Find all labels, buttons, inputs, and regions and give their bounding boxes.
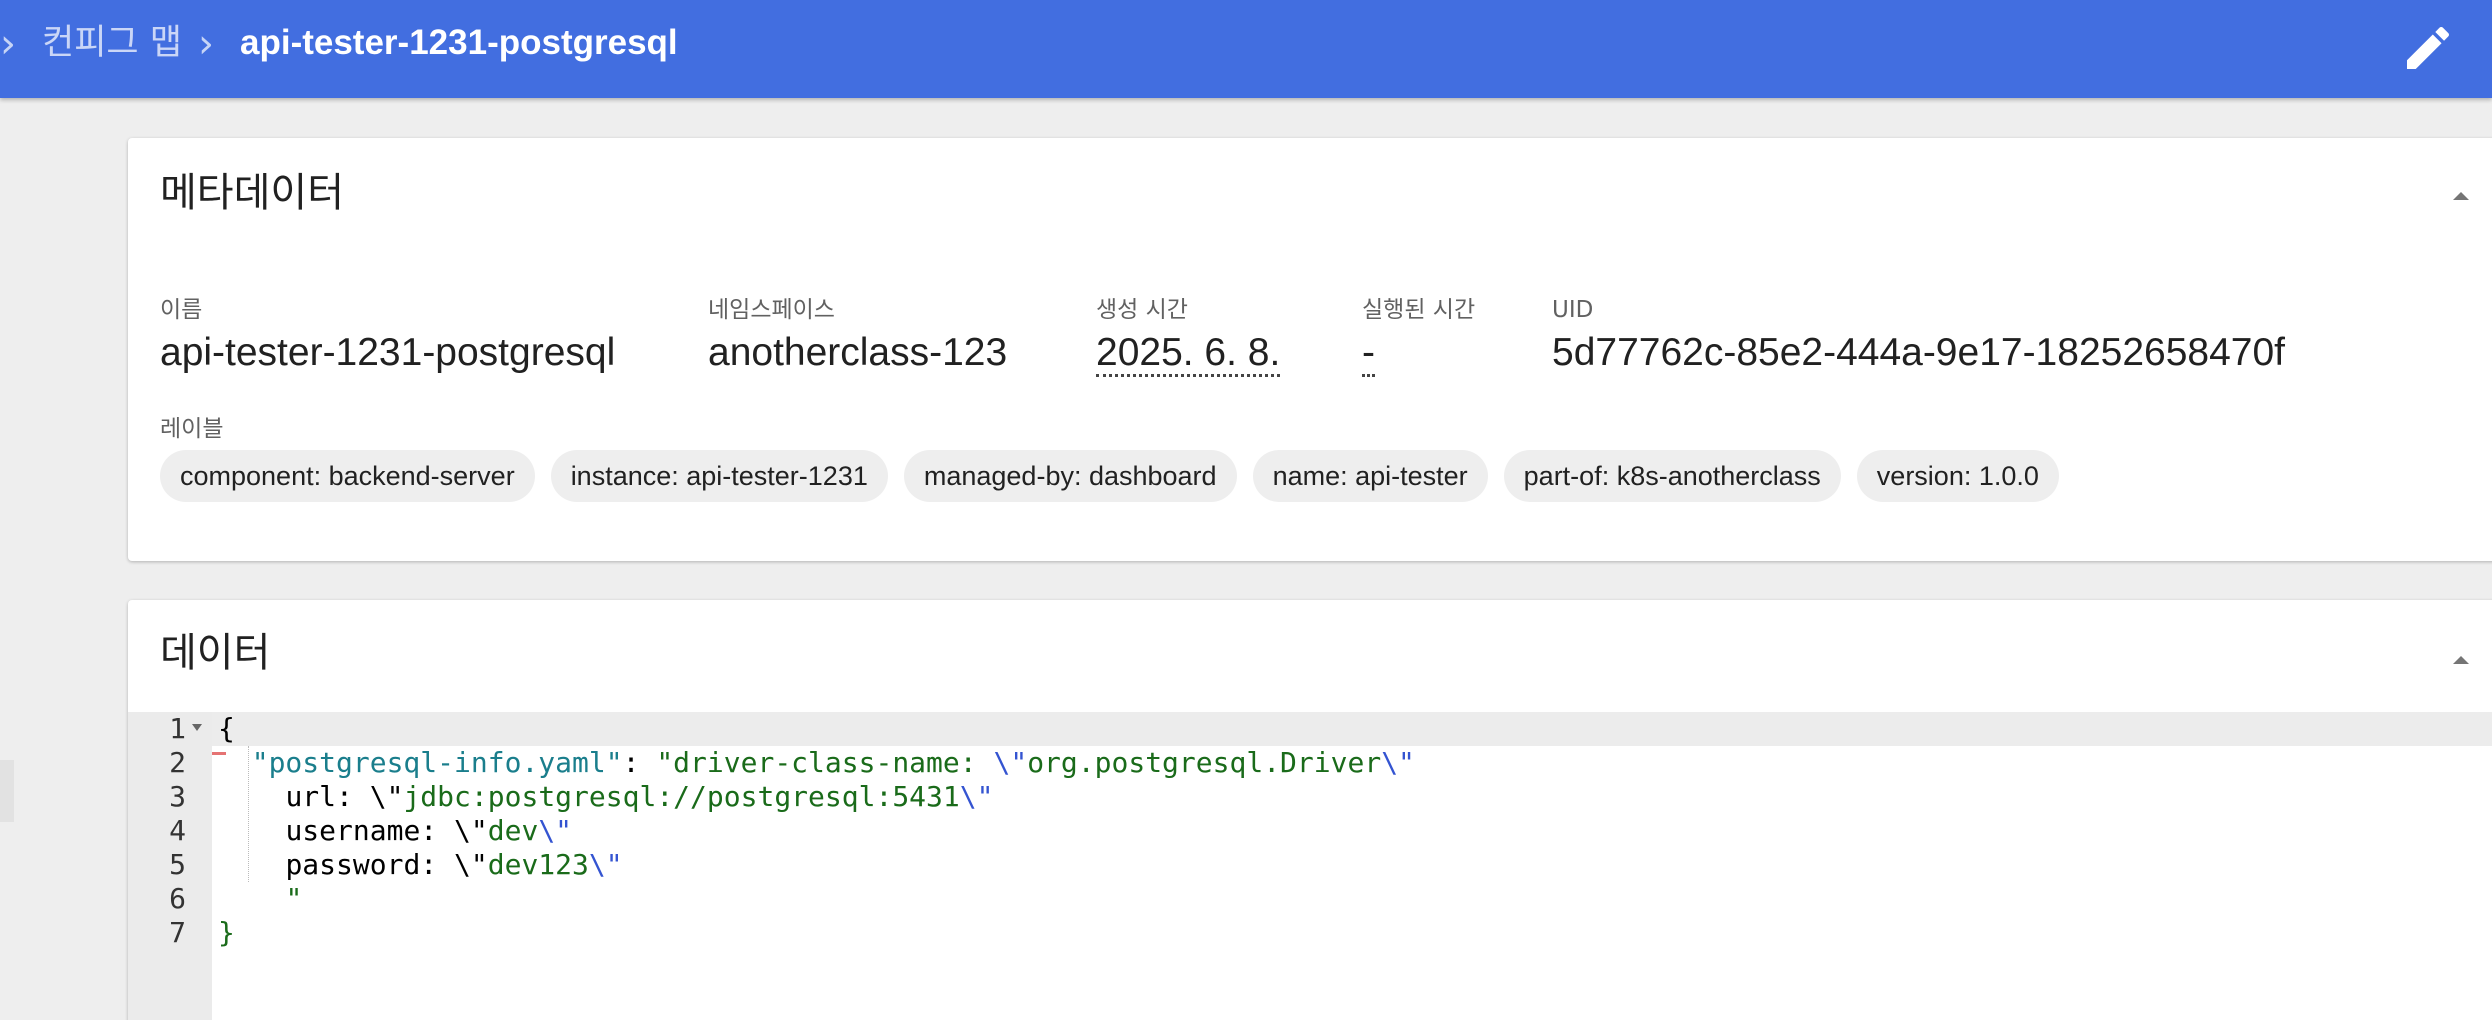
- code-text: \": [538, 814, 573, 847]
- edit-button[interactable]: [2400, 20, 2456, 76]
- code-text: \": [959, 780, 994, 813]
- code-text: username: \": [285, 814, 488, 847]
- line-number: 6: [169, 882, 186, 915]
- code-line-1: {: [218, 712, 235, 746]
- created-time-label: 생성 시간: [1096, 297, 1188, 323]
- metadata-card: 메타데이터 이름 api-tester-1231-postgresql 네임스페…: [128, 138, 2492, 561]
- code-text: dev123: [487, 848, 589, 881]
- chevron-right-icon: ›: [0, 21, 16, 67]
- code-text: url: \": [285, 780, 404, 813]
- code-text: \": [1381, 746, 1415, 779]
- active-line-highlight: [128, 712, 2492, 746]
- metadata-title: 메타데이터: [160, 170, 344, 216]
- breadcrumb-parent-configmaps[interactable]: 컨피그 맵: [42, 20, 182, 66]
- created-time-value[interactable]: 2025. 6. 8.: [1096, 331, 1281, 377]
- code-text: ": [285, 882, 303, 915]
- label-chip: instance: api-tester-1231: [550, 450, 888, 502]
- chevron-right-icon: ›: [198, 21, 214, 67]
- age-value[interactable]: -: [1362, 331, 1375, 377]
- labels-title: 레이블: [160, 416, 224, 442]
- line-number: 4: [169, 814, 186, 847]
- line-number: 1: [169, 712, 186, 745]
- fold-toggle-icon[interactable]: [192, 724, 202, 731]
- label-chip: name: api-tester: [1252, 450, 1488, 502]
- labels-chip-list: component: backend-server instance: api-…: [160, 450, 2059, 502]
- code-line-7: }: [218, 916, 235, 950]
- edit-pencil-icon: [2407, 26, 2450, 69]
- code-text: dev: [487, 814, 539, 847]
- code-line-3: url: \"jdbc:postgresql://postgresql:5431…: [218, 780, 993, 814]
- label-chip: managed-by: dashboard: [903, 450, 1237, 502]
- code-text: {: [218, 712, 235, 745]
- code-text: password: \": [285, 848, 488, 881]
- code-text: "driver-class-name:: [656, 746, 994, 779]
- uid-value: 5d77762c-85e2-444a-9e17-18252658470f: [1552, 331, 2285, 374]
- code-editor[interactable]: 1 2 3 4 5 6 7 { "postgresql-info.yaml": …: [128, 712, 2492, 1020]
- data-collapse-button[interactable]: [2446, 650, 2476, 670]
- namespace-value: anotherclass-123: [708, 331, 1008, 374]
- code-text: jdbc:postgresql://postgresql:5431: [403, 780, 960, 813]
- code-line-2: "postgresql-info.yaml": "driver-class-na…: [218, 746, 1415, 780]
- line-number: 5: [169, 848, 186, 881]
- label-chip: component: backend-server: [160, 450, 535, 502]
- uid-label: UID: [1552, 297, 1594, 323]
- age-label: 실행된 시간: [1362, 297, 1476, 323]
- code-text: :: [622, 746, 657, 779]
- namespace-label: 네임스페이스: [708, 297, 835, 323]
- label-chip: part-of: k8s-anotherclass: [1503, 450, 1841, 502]
- data-title: 데이터: [160, 630, 271, 676]
- code-text: \": [588, 848, 623, 881]
- label-chip: version: 1.0.0: [1856, 450, 2059, 502]
- line-number: 2: [169, 746, 186, 779]
- data-card: 데이터 1 2 3 4 5 6 7 { "postgresql-info.yam…: [128, 600, 2492, 1020]
- collapse-caret-icon: [2453, 192, 2469, 200]
- breadcrumb-current: api-tester-1231-postgresql: [240, 23, 678, 62]
- line-number: 3: [169, 780, 186, 813]
- code-text: \": [993, 746, 1028, 779]
- code-text: "postgresql-info.yaml": [251, 746, 623, 779]
- code-line-6: ": [218, 882, 302, 916]
- top-toolbar: › 컨피그 맵 › api-tester-1231-postgresql: [0, 0, 2492, 98]
- collapse-caret-icon: [2453, 656, 2469, 664]
- name-value: api-tester-1231-postgresql: [160, 331, 616, 374]
- name-label: 이름: [160, 297, 203, 323]
- metadata-collapse-button[interactable]: [2446, 186, 2476, 206]
- code-line-5: password: \"dev123\": [218, 848, 623, 882]
- sidebar-toggle-handle[interactable]: [0, 760, 14, 822]
- code-text: org.postgresql.Driver: [1027, 746, 1382, 779]
- code-text: }: [218, 916, 235, 949]
- line-number: 7: [169, 916, 186, 949]
- code-line-4: username: \"dev\": [218, 814, 572, 848]
